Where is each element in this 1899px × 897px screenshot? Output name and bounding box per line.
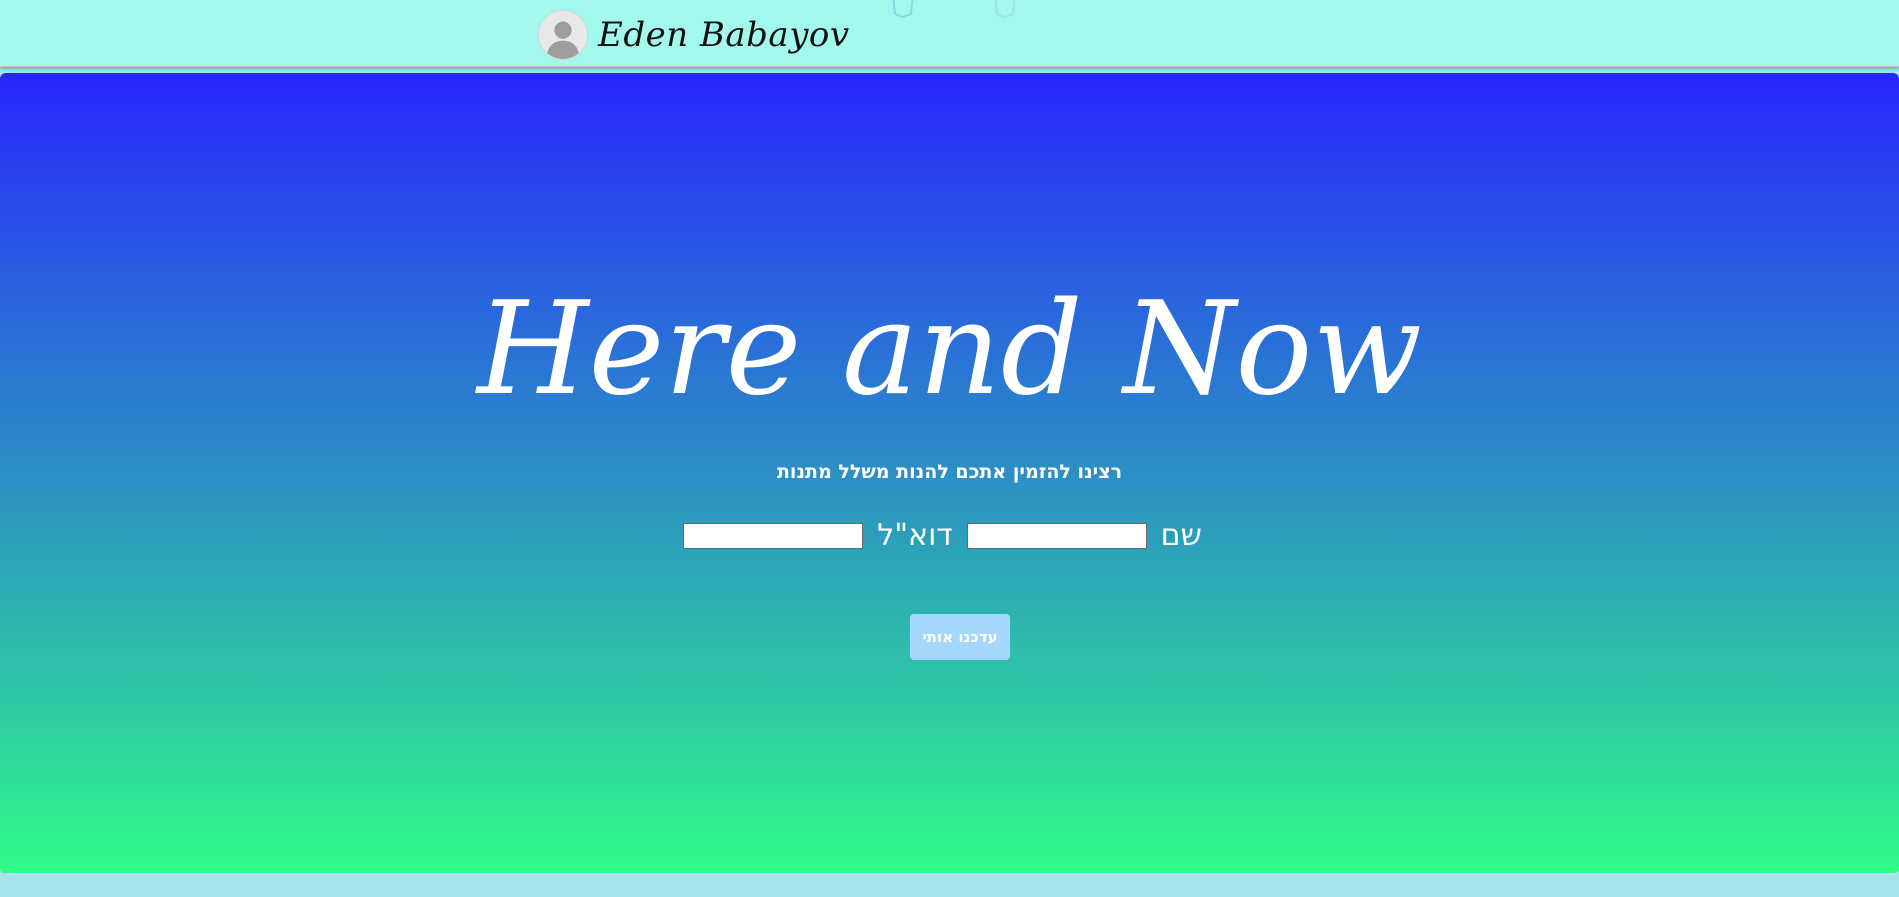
hero-section: Here and Now רצינו להזמין אתכם להנות משל… [0, 73, 1899, 873]
email-input[interactable] [683, 523, 864, 549]
name-label: שם [1160, 518, 1202, 553]
css3-icon [992, 0, 1018, 19]
signup-form: שם דוא"ל [0, 521, 1899, 551]
email-label: דוא"ל [877, 518, 953, 553]
hero-title: Here and Now [477, 275, 1422, 424]
hero-subtitle: רצינו להזמין אתכם להנות משלל מתנות [776, 461, 1123, 483]
css3-icon [890, 0, 916, 19]
update-me-button[interactable]: עדכנו אותי [910, 614, 1010, 660]
brand-name: Eden Babayov [598, 15, 850, 55]
brand[interactable]: Eden Babayov [538, 10, 850, 60]
name-input[interactable] [966, 523, 1147, 549]
user-avatar-icon [538, 10, 588, 60]
top-navbar: Eden Babayov [0, 0, 1899, 67]
